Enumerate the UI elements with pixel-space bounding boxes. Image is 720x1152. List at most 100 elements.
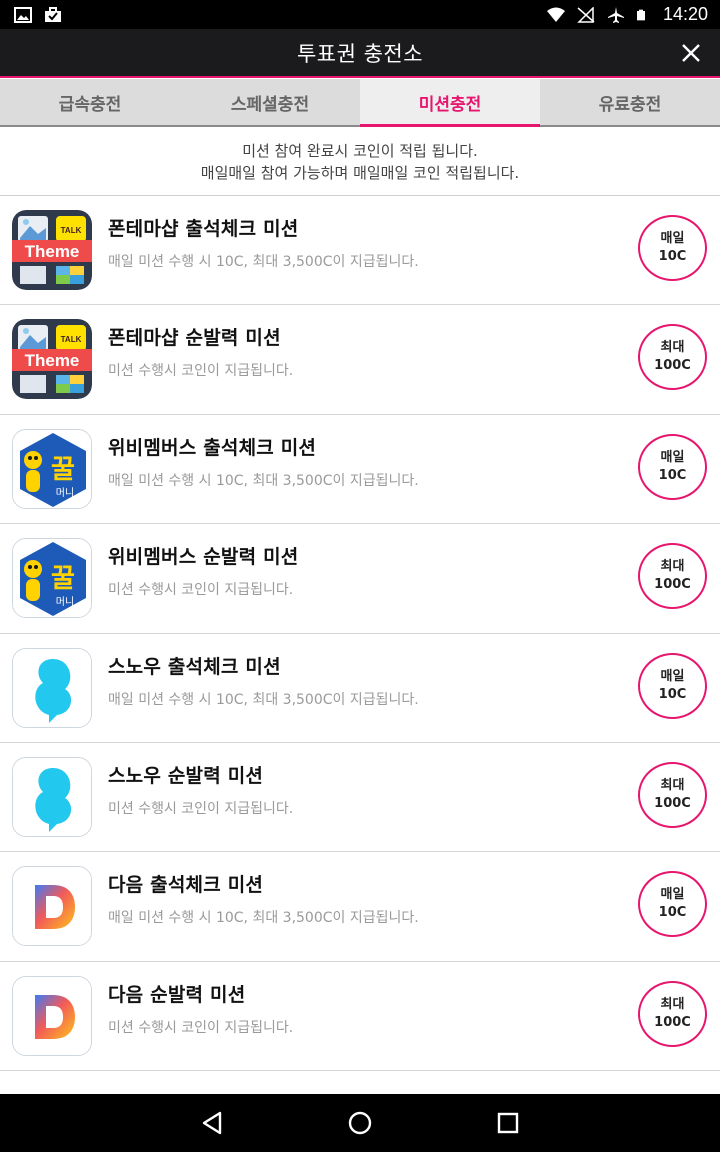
- svg-text:TALK: TALK: [61, 226, 82, 235]
- snow-icon: [12, 756, 92, 837]
- reward-amount: 10C: [658, 249, 687, 264]
- mission-title: 위비멤버스 출석체크 미션: [108, 436, 317, 459]
- status-time: 14:20: [662, 4, 708, 24]
- tab-paid-charge[interactable]: 유료충전: [540, 79, 720, 125]
- mission-title: 스노우 순발력 미션: [108, 764, 264, 787]
- svg-text:꿀: 꿀: [51, 455, 75, 485]
- wifi-icon: [546, 7, 565, 22]
- reward-type: 최대: [660, 340, 685, 356]
- back-icon: [202, 1111, 222, 1135]
- mission-list: TALK Theme 폰테마샵 출석체크 미션 매일 미션 수행 시 10C, …: [0, 196, 720, 1072]
- reward-type: 최대: [660, 996, 685, 1012]
- mission-title: 스노우 출석체크 미션: [108, 655, 281, 678]
- tab-rapid-charge[interactable]: 급속충전: [0, 79, 180, 125]
- mission-desc: 매일 미션 수행 시 10C, 최대 3,500C이 지급됩니다.: [108, 910, 419, 927]
- airplane-icon: [607, 6, 624, 23]
- mission-item[interactable]: 꿀 머니 위비멤버스 출석체크 미션 매일 미션 수행 시 10C, 최대 3,…: [0, 415, 720, 525]
- recents-button[interactable]: [488, 1103, 528, 1143]
- mission-desc: 매일 미션 수행 시 10C, 최대 3,500C이 지급됩니다.: [108, 691, 419, 708]
- reward-amount: 10C: [658, 467, 687, 483]
- mission-text: 위비멤버스 출석체크 미션 매일 미션 수행 시 10C, 최대 3,500C이…: [108, 433, 419, 490]
- briefcase-icon: [45, 6, 61, 22]
- image-icon: [14, 6, 32, 23]
- reward-type: 최대: [660, 559, 685, 575]
- mission-item[interactable]: 다음 순발력 미션 미션 수행시 코인이 지급됩니다. 최대 100C: [0, 962, 720, 1072]
- mission-notice: 미션 참여 완료시 코인이 적립 됩니다. 매일매일 참여 가능하며 매일매일 …: [0, 129, 720, 196]
- reward-amount: 10C: [658, 686, 687, 702]
- mission-text: 폰테마샵 출석체크 미션 매일 미션 수행 시 10C, 최대 3,500C이 …: [108, 214, 419, 271]
- mission-text: 위비멤버스 순발력 미션 미션 수행시 코인이 지급됩니다.: [108, 542, 298, 599]
- theme-shop-icon: TALK Theme: [12, 319, 92, 400]
- reward-badge[interactable]: 매일 10C: [638, 433, 707, 500]
- mission-title: 다음 순발력 미션: [108, 983, 246, 1006]
- svg-text:TALK: TALK: [61, 335, 82, 344]
- no-signal-icon: [577, 6, 595, 23]
- theme-shop-icon: TALK Theme: [12, 210, 92, 290]
- honey-money-icon: 꿀 머니: [12, 538, 92, 619]
- reward-badge[interactable]: 매일 10C: [638, 215, 707, 281]
- mission-title: 위비멤버스 순발력 미션: [108, 546, 299, 569]
- honey-money-icon: 꿀 머니: [12, 428, 92, 509]
- recents-icon: [497, 1112, 519, 1134]
- mission-text: 스노우 출석체크 미션 매일 미션 수행 시 10C, 최대 3,500C이 지…: [108, 652, 419, 709]
- tab-mission-charge[interactable]: 미션충전: [360, 79, 540, 127]
- navigation-bar: [0, 1094, 720, 1152]
- reward-amount: 10C: [658, 905, 687, 921]
- close-icon: [682, 44, 700, 62]
- reward-amount: 100C: [654, 358, 691, 374]
- mission-item[interactable]: 꿀 머니 위비멤버스 순발력 미션 미션 수행시 코인이 지급됩니다. 최대 1…: [0, 524, 720, 634]
- reward-type: 매일: [660, 231, 685, 246]
- svg-text:Theme: Theme: [25, 351, 80, 370]
- mission-desc: 매일 미션 수행 시 10C, 최대 3,500C이 지급됩니다.: [108, 254, 419, 270]
- reward-badge[interactable]: 매일 10C: [638, 652, 707, 719]
- mission-item[interactable]: 스노우 순발력 미션 미션 수행시 코인이 지급됩니다. 최대 100C: [0, 743, 720, 853]
- close-button[interactable]: [674, 36, 708, 70]
- snow-icon: [12, 647, 92, 728]
- home-button[interactable]: [340, 1103, 380, 1143]
- status-bar: 14:20: [0, 0, 720, 29]
- mission-item[interactable]: 다음 출석체크 미션 매일 미션 수행 시 10C, 최대 3,500C이 지급…: [0, 852, 720, 962]
- reward-type: 최대: [660, 777, 685, 793]
- mission-item[interactable]: TALK Theme 폰테마샵 출석체크 미션 매일 미션 수행 시 10C, …: [0, 196, 720, 306]
- reward-type: 매일: [660, 887, 685, 903]
- svg-text:Theme: Theme: [25, 242, 80, 261]
- tab-special-charge[interactable]: 스페셜충전: [180, 79, 360, 125]
- daum-icon: [12, 866, 92, 947]
- battery-icon: [636, 9, 645, 20]
- mission-desc: 미션 수행시 코인이 지급됩니다.: [108, 582, 294, 599]
- home-icon: [348, 1111, 372, 1135]
- mission-text: 폰테마샵 순발력 미션 미션 수행시 코인이 지급됩니다.: [108, 323, 293, 380]
- reward-badge[interactable]: 최대 100C: [638, 543, 707, 610]
- page-title: 투표권 충전소: [296, 41, 424, 66]
- reward-type: 매일: [660, 449, 685, 465]
- mission-item[interactable]: TALK Theme 폰테마샵 순발력 미션 미션 수행시 코인이 지급됩니다.…: [0, 305, 720, 415]
- tab-bar: 급속충전 스페셜충전 미션충전 유료충전: [0, 79, 720, 127]
- notice-line-2: 매일매일 참여 가능하며 매일매일 코인 적립됩니다.: [200, 164, 520, 182]
- reward-amount: 100C: [654, 1014, 691, 1030]
- mission-desc: 미션 수행시 코인이 지급됩니다.: [108, 363, 294, 380]
- mission-text: 다음 출석체크 미션 매일 미션 수행 시 10C, 최대 3,500C이 지급…: [108, 870, 419, 927]
- reward-type: 매일: [660, 668, 685, 684]
- svg-text:꿀: 꿀: [51, 564, 75, 594]
- reward-badge[interactable]: 최대 100C: [638, 980, 707, 1047]
- mission-title: 폰테마샵 출석체크 미션: [108, 218, 299, 240]
- mission-title: 폰테마샵 순발력 미션: [108, 327, 281, 350]
- mission-desc: 미션 수행시 코인이 지급됩니다.: [108, 1019, 294, 1036]
- mission-item[interactable]: 스노우 출석체크 미션 매일 미션 수행 시 10C, 최대 3,500C이 지…: [0, 634, 720, 743]
- title-bar: 투표권 충전소: [0, 29, 720, 78]
- reward-badge[interactable]: 최대 100C: [638, 761, 707, 828]
- daum-icon: [12, 975, 92, 1056]
- svg-text:머니: 머니: [56, 596, 74, 608]
- mission-desc: 매일 미션 수행 시 10C, 최대 3,500C이 지급됩니다.: [108, 472, 419, 489]
- mission-title: 다음 출석체크 미션: [108, 874, 264, 897]
- mission-desc: 미션 수행시 코인이 지급됩니다.: [108, 800, 294, 817]
- mission-text: 다음 순발력 미션 미션 수행시 코인이 지급됩니다.: [108, 980, 293, 1037]
- reward-badge[interactable]: 매일 10C: [638, 871, 707, 938]
- back-button[interactable]: [192, 1103, 232, 1143]
- svg-text:머니: 머니: [56, 487, 74, 499]
- mission-text: 스노우 순발력 미션 미션 수행시 코인이 지급됩니다.: [108, 761, 293, 818]
- reward-amount: 100C: [654, 795, 691, 811]
- reward-amount: 100C: [654, 577, 691, 593]
- reward-badge[interactable]: 최대 100C: [638, 324, 707, 391]
- notice-line-1: 미션 참여 완료시 코인이 적립 됩니다.: [242, 142, 478, 160]
